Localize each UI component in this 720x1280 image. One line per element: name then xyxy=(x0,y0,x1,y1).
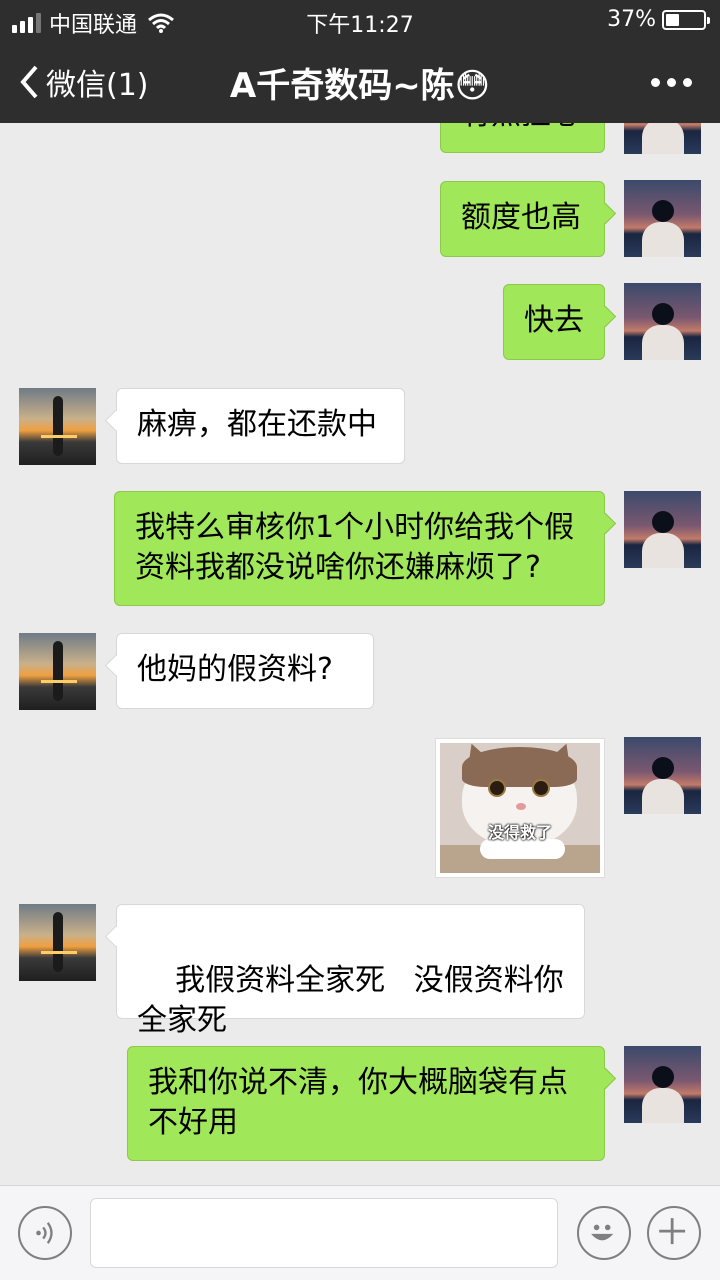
voice-button[interactable] xyxy=(18,1206,72,1260)
message-bubble-other[interactable]: 他妈的假资料? xyxy=(116,633,374,709)
cat-sticker-image: 没得救了 xyxy=(440,743,600,873)
battery-icon xyxy=(662,9,710,30)
message-text: 有点担心 xyxy=(461,123,581,132)
voice-icon xyxy=(36,1222,53,1244)
message-text: 额度也高 xyxy=(461,200,581,235)
plus-button[interactable] xyxy=(647,1206,701,1260)
avatar[interactable] xyxy=(624,283,701,360)
nav-bar: 微信(1) A千奇数码~陈😳 xyxy=(0,42,720,120)
plus-icon xyxy=(659,1218,686,1245)
message-bubble-other[interactable]: 我假资料全家死 没假资料你全家死 xyxy=(116,904,585,1038)
avatar[interactable] xyxy=(624,180,701,257)
avatar[interactable] xyxy=(624,1046,701,1123)
message-bubble-self[interactable]: 额度也高 xyxy=(440,181,605,257)
message-bubble-other[interactable]: 麻痹，都在还款中 xyxy=(116,388,405,464)
sticker-message[interactable]: 没得救了 xyxy=(435,738,605,878)
message-text: 他妈的假资料? xyxy=(137,652,333,687)
sticker-caption: 没得救了 xyxy=(487,823,552,842)
message-text: 我和你说不清，你大概脑袋有点不好用 xyxy=(148,1065,568,1140)
message-bubble-self[interactable]: 我和你说不清，你大概脑袋有点不好用 xyxy=(127,1046,605,1161)
input-bar xyxy=(0,1185,720,1280)
message-input[interactable] xyxy=(90,1198,558,1268)
message-bubble-self[interactable]: 我特么审核你1个小时你给我个假资料我都没说啥你还嫌麻烦了? xyxy=(114,491,605,606)
message-text: 我假资料全家死 没假资料你全家死 xyxy=(137,963,564,1038)
status-bar: 中国联通 下午11:27 37% xyxy=(0,0,720,40)
chat-area[interactable]: 有点担心 额度也高 快去 麻痹，都在还款中 我特么审核你1个小时你给我个假资料我… xyxy=(0,123,720,1185)
message-text: 麻痹，都在还款中 xyxy=(137,407,377,442)
message-bubble-self[interactable]: 快去 xyxy=(503,284,605,360)
avatar[interactable] xyxy=(624,491,701,568)
message-bubble-self[interactable]: 有点担心 xyxy=(440,123,605,153)
chat-title: A千奇数码~陈😳 xyxy=(229,66,491,106)
avatar[interactable] xyxy=(624,123,701,154)
header: 中国联通 下午11:27 37% 微信(1) A千奇数码~陈😳 xyxy=(0,0,720,123)
message-text: 快去 xyxy=(524,303,584,338)
emoji-button[interactable] xyxy=(577,1206,631,1260)
emoji-icon xyxy=(591,1224,614,1241)
avatar[interactable] xyxy=(19,388,96,465)
message-text: 我特么审核你1个小时你给我个假资料我都没说啥你还嫌麻烦了? xyxy=(135,510,575,585)
avatar[interactable] xyxy=(624,737,701,814)
avatar[interactable] xyxy=(19,633,96,710)
avatar[interactable] xyxy=(19,904,96,981)
more-dots-icon[interactable] xyxy=(651,78,692,87)
battery-percent: 37% xyxy=(607,7,656,32)
